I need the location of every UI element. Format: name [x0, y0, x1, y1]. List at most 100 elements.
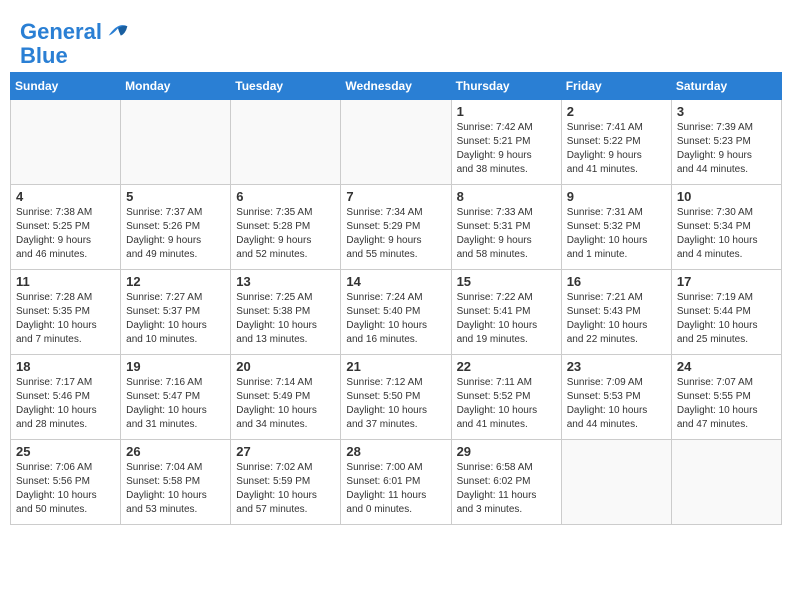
day-info: Sunrise: 7:27 AM Sunset: 5:37 PM Dayligh…	[126, 291, 225, 347]
day-number: 16	[567, 274, 666, 289]
day-number: 10	[677, 189, 776, 204]
day-number: 14	[346, 274, 445, 289]
day-number: 24	[677, 359, 776, 374]
day-info: Sunrise: 7:42 AM Sunset: 5:21 PM Dayligh…	[457, 121, 556, 177]
calendar-week-row: 18Sunrise: 7:17 AM Sunset: 5:46 PM Dayli…	[11, 355, 782, 440]
day-number: 27	[236, 444, 335, 459]
calendar-week-row: 1 Sunrise: 7:42 AM Sunset: 5:21 PM Daylig…	[11, 100, 782, 185]
day-info: Sunrise: 7:09 AM Sunset: 5:53 PM Dayligh…	[567, 376, 666, 432]
calendar-cell	[11, 100, 121, 185]
calendar-cell: 12 Sunrise: 7:27 AM Sunset: 5:37 PM Dayli…	[121, 270, 231, 355]
day-info: Sunrise: 7:37 AM Sunset: 5:26 PM Dayligh…	[126, 206, 225, 262]
calendar-cell	[231, 100, 341, 185]
day-number: 9	[567, 189, 666, 204]
day-info: Sunrise: 7:17 AM Sunset: 5:46 PM Dayligh…	[16, 376, 115, 432]
calendar-cell: 13Sunrise: 7:25 AM Sunset: 5:38 PM Dayli…	[231, 270, 341, 355]
page-header: General Blue	[10, 10, 782, 72]
day-info: Sunrise: 7:19 AM Sunset: 5:44 PM Dayligh…	[677, 291, 776, 347]
calendar-cell: 26 Sunrise: 7:04 AM Sunset: 5:58 PM Dayli…	[121, 440, 231, 525]
calendar-cell: 1 Sunrise: 7:42 AM Sunset: 5:21 PM Daylig…	[451, 100, 561, 185]
day-info: Sunrise: 7:31 AM Sunset: 5:32 PM Dayligh…	[567, 206, 666, 262]
day-info: Sunrise: 7:34 AM Sunset: 5:29 PM Dayligh…	[346, 206, 445, 262]
calendar-cell: 15 Sunrise: 7:22 AM Sunset: 5:41 PM Dayli…	[451, 270, 561, 355]
day-of-week-header: Wednesday	[341, 73, 451, 100]
day-of-week-header: Tuesday	[231, 73, 341, 100]
day-number: 28	[346, 444, 445, 459]
calendar-cell: 28 Sunrise: 7:00 AM Sunset: 6:01 PM Dayli…	[341, 440, 451, 525]
day-of-week-header: Saturday	[671, 73, 781, 100]
day-info: Sunrise: 7:04 AM Sunset: 5:58 PM Dayligh…	[126, 461, 225, 517]
day-of-week-header: Thursday	[451, 73, 561, 100]
day-number: 15	[457, 274, 556, 289]
day-info: Sunrise: 7:33 AM Sunset: 5:31 PM Dayligh…	[457, 206, 556, 262]
day-info: Sunrise: 7:14 AM Sunset: 5:49 PM Dayligh…	[236, 376, 335, 432]
day-number: 6	[236, 189, 335, 204]
calendar-cell: 6Sunrise: 7:35 AM Sunset: 5:28 PM Daylig…	[231, 185, 341, 270]
day-number: 22	[457, 359, 556, 374]
day-number: 4	[16, 189, 115, 204]
day-of-week-header: Monday	[121, 73, 231, 100]
calendar-cell	[561, 440, 671, 525]
day-info: Sunrise: 7:25 AM Sunset: 5:38 PM Dayligh…	[236, 291, 335, 347]
calendar-cell: 4 Sunrise: 7:38 AM Sunset: 5:25 PM Daylig…	[11, 185, 121, 270]
day-of-week-header: Sunday	[11, 73, 121, 100]
calendar-cell: 16 Sunrise: 7:21 AM Sunset: 5:43 PM Dayli…	[561, 270, 671, 355]
calendar-table: SundayMondayTuesdayWednesdayThursdayFrid…	[10, 72, 782, 525]
day-number: 21	[346, 359, 445, 374]
day-number: 2	[567, 104, 666, 119]
calendar-cell	[121, 100, 231, 185]
logo: General Blue	[20, 20, 132, 67]
day-info: Sunrise: 7:06 AM Sunset: 5:56 PM Dayligh…	[16, 461, 115, 517]
calendar-cell: 7 Sunrise: 7:34 AM Sunset: 5:29 PM Daylig…	[341, 185, 451, 270]
calendar-cell: 22 Sunrise: 7:11 AM Sunset: 5:52 PM Dayli…	[451, 355, 561, 440]
day-info: Sunrise: 7:22 AM Sunset: 5:41 PM Dayligh…	[457, 291, 556, 347]
day-number: 17	[677, 274, 776, 289]
day-info: Sunrise: 7:07 AM Sunset: 5:55 PM Dayligh…	[677, 376, 776, 432]
day-number: 1	[457, 104, 556, 119]
calendar-cell: 20 Sunrise: 7:14 AM Sunset: 5:49 PM Dayli…	[231, 355, 341, 440]
day-info: Sunrise: 7:12 AM Sunset: 5:50 PM Dayligh…	[346, 376, 445, 432]
day-info: Sunrise: 7:41 AM Sunset: 5:22 PM Dayligh…	[567, 121, 666, 177]
logo-text: General	[20, 20, 132, 45]
day-info: Sunrise: 7:39 AM Sunset: 5:23 PM Dayligh…	[677, 121, 776, 177]
day-number: 8	[457, 189, 556, 204]
calendar-week-row: 11Sunrise: 7:28 AM Sunset: 5:35 PM Dayli…	[11, 270, 782, 355]
day-info: Sunrise: 7:16 AM Sunset: 5:47 PM Dayligh…	[126, 376, 225, 432]
day-number: 25	[16, 444, 115, 459]
day-number: 20	[236, 359, 335, 374]
calendar-cell: 27 Sunrise: 7:02 AM Sunset: 5:59 PM Dayli…	[231, 440, 341, 525]
day-number: 26	[126, 444, 225, 459]
day-info: Sunrise: 7:11 AM Sunset: 5:52 PM Dayligh…	[457, 376, 556, 432]
day-of-week-header: Friday	[561, 73, 671, 100]
calendar-cell: 29Sunrise: 6:58 AM Sunset: 6:02 PM Dayli…	[451, 440, 561, 525]
calendar-cell: 18Sunrise: 7:17 AM Sunset: 5:46 PM Dayli…	[11, 355, 121, 440]
calendar-cell: 14Sunrise: 7:24 AM Sunset: 5:40 PM Dayli…	[341, 270, 451, 355]
day-number: 12	[126, 274, 225, 289]
calendar-cell: 2 Sunrise: 7:41 AM Sunset: 5:22 PM Daylig…	[561, 100, 671, 185]
day-info: Sunrise: 7:00 AM Sunset: 6:01 PM Dayligh…	[346, 461, 445, 517]
day-info: Sunrise: 7:21 AM Sunset: 5:43 PM Dayligh…	[567, 291, 666, 347]
calendar-cell: 17 Sunrise: 7:19 AM Sunset: 5:44 PM Dayli…	[671, 270, 781, 355]
day-number: 7	[346, 189, 445, 204]
calendar-cell: 8 Sunrise: 7:33 AM Sunset: 5:31 PM Daylig…	[451, 185, 561, 270]
calendar-cell: 25 Sunrise: 7:06 AM Sunset: 5:56 PM Dayli…	[11, 440, 121, 525]
calendar-cell: 10 Sunrise: 7:30 AM Sunset: 5:34 PM Dayli…	[671, 185, 781, 270]
day-number: 5	[126, 189, 225, 204]
calendar-cell	[671, 440, 781, 525]
day-info: Sunrise: 7:02 AM Sunset: 5:59 PM Dayligh…	[236, 461, 335, 517]
calendar-cell: 24 Sunrise: 7:07 AM Sunset: 5:55 PM Dayli…	[671, 355, 781, 440]
calendar-cell	[341, 100, 451, 185]
calendar-cell: 5 Sunrise: 7:37 AM Sunset: 5:26 PM Daylig…	[121, 185, 231, 270]
day-info: Sunrise: 7:38 AM Sunset: 5:25 PM Dayligh…	[16, 206, 115, 262]
day-info: Sunrise: 7:30 AM Sunset: 5:34 PM Dayligh…	[677, 206, 776, 262]
calendar-week-row: 4 Sunrise: 7:38 AM Sunset: 5:25 PM Daylig…	[11, 185, 782, 270]
day-number: 11	[16, 274, 115, 289]
calendar-cell: 23Sunrise: 7:09 AM Sunset: 5:53 PM Dayli…	[561, 355, 671, 440]
calendar-cell: 3 Sunrise: 7:39 AM Sunset: 5:23 PM Daylig…	[671, 100, 781, 185]
day-number: 3	[677, 104, 776, 119]
calendar-cell: 19Sunrise: 7:16 AM Sunset: 5:47 PM Dayli…	[121, 355, 231, 440]
calendar-week-row: 25 Sunrise: 7:06 AM Sunset: 5:56 PM Dayli…	[11, 440, 782, 525]
logo-blue: Blue	[20, 45, 132, 67]
calendar-cell: 11Sunrise: 7:28 AM Sunset: 5:35 PM Dayli…	[11, 270, 121, 355]
day-info: Sunrise: 6:58 AM Sunset: 6:02 PM Dayligh…	[457, 461, 556, 517]
